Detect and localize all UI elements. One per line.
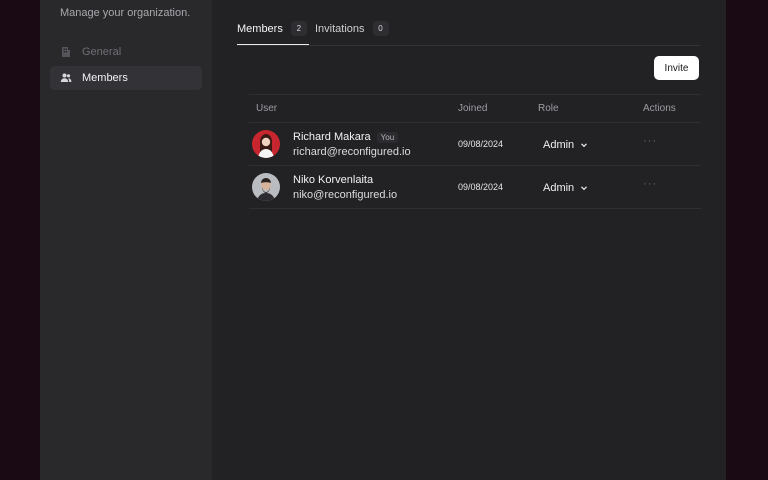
joined-date: 09/08/2024 xyxy=(458,182,504,192)
tab-invitations[interactable]: Invitations 0 xyxy=(315,20,389,44)
tab-count-badge: 0 xyxy=(372,21,389,36)
table-header: User Joined Role Actions xyxy=(249,95,701,123)
role-value: Admin xyxy=(543,182,575,194)
member-email: richard@reconfigured.io xyxy=(293,146,411,158)
settings-window: Manage your organization. General Member… xyxy=(40,0,726,480)
tab-bar: Members 2 Invitations 0 xyxy=(237,20,700,46)
you-badge: You xyxy=(376,131,399,143)
members-table: User Joined Role Actions Richard Makara xyxy=(249,94,701,209)
table-row: Richard Makara You richard@reconfigured.… xyxy=(249,123,701,166)
tab-label: Invitations xyxy=(315,23,365,35)
member-name-text: Richard Makara xyxy=(293,131,371,143)
sidebar: Manage your organization. General Member… xyxy=(40,0,212,480)
member-name-text: Niko Korvenlaita xyxy=(293,174,374,186)
avatar xyxy=(252,130,280,158)
column-header-role: Role xyxy=(538,103,559,114)
member-name: Richard Makara You xyxy=(293,131,399,143)
member-email: niko@reconfigured.io xyxy=(293,189,398,201)
building-icon xyxy=(60,46,72,58)
more-actions-button[interactable]: ··· xyxy=(639,178,661,194)
member-name: Niko Korvenlaita xyxy=(293,174,373,186)
column-header-joined: Joined xyxy=(458,103,488,114)
chevron-down-icon xyxy=(580,184,588,192)
column-header-actions: Actions xyxy=(643,103,676,114)
sidebar-item-general[interactable]: General xyxy=(50,40,202,64)
users-icon xyxy=(60,72,72,84)
tab-members[interactable]: Members 2 xyxy=(237,20,309,45)
invite-button[interactable]: Invite xyxy=(654,56,699,80)
column-header-user: User xyxy=(256,103,278,114)
sidebar-subtitle: Manage your organization. xyxy=(60,7,191,19)
role-select[interactable]: Admin xyxy=(543,180,588,196)
sidebar-item-label: General xyxy=(82,46,122,58)
more-actions-button[interactable]: ··· xyxy=(639,135,661,151)
table-row: Niko Korvenlaita niko@reconfigured.io 09… xyxy=(249,166,701,209)
tab-label: Members xyxy=(237,23,283,35)
joined-date: 09/08/2024 xyxy=(458,139,504,149)
sidebar-item-members[interactable]: Members xyxy=(50,66,202,90)
tab-count-badge: 2 xyxy=(290,21,307,36)
avatar xyxy=(252,173,280,201)
role-value: Admin xyxy=(543,139,575,151)
role-select[interactable]: Admin xyxy=(543,137,588,153)
members-panel: Members 2 Invitations 0 Invite User Join… xyxy=(237,0,701,480)
sidebar-item-label: Members xyxy=(82,72,128,84)
chevron-down-icon xyxy=(580,141,588,149)
